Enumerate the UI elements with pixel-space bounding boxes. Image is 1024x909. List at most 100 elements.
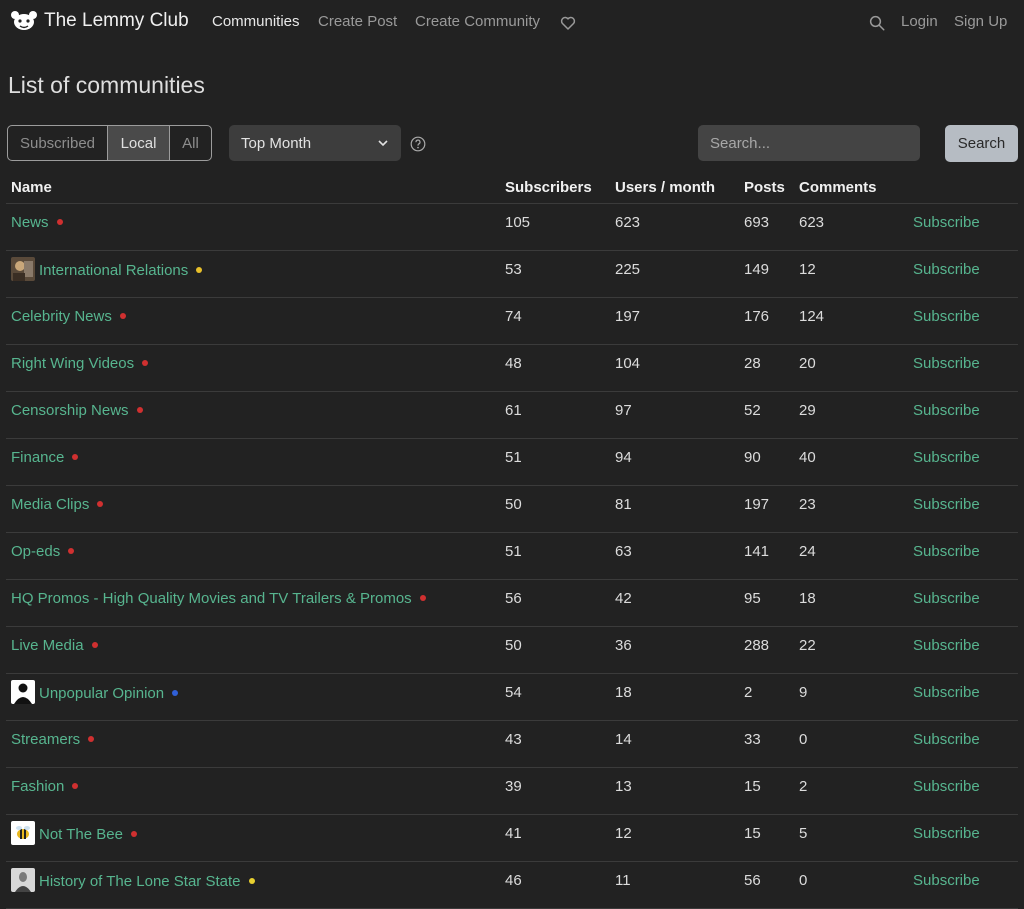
community-link[interactable]: Live Media [11, 637, 84, 654]
subscribe-cell: Subscribe [908, 344, 1018, 392]
heart-icon[interactable] [559, 14, 577, 32]
subscribers-cell: 54 [500, 673, 610, 721]
subscribe-button[interactable]: Subscribe [913, 449, 980, 466]
posts-cell: 33 [739, 720, 794, 768]
subscribers-cell: 39 [500, 767, 610, 815]
search-button[interactable]: Search [945, 125, 1018, 162]
users-month-cell: 97 [610, 391, 739, 439]
nav-communities[interactable]: Communities [212, 13, 300, 30]
table-row: Op-eds 51 63 141 24 Subscribe [6, 532, 1018, 580]
table-row: HQ Promos - High Quality Movies and TV T… [6, 579, 1018, 627]
subscribe-button[interactable]: Subscribe [913, 825, 980, 842]
community-name-cell: International Relations [6, 250, 500, 298]
listing-local-button[interactable]: Local [108, 126, 170, 160]
community-link[interactable]: Not The Bee [39, 825, 123, 842]
subscribe-button[interactable]: Subscribe [913, 684, 980, 701]
nav-create-community[interactable]: Create Community [415, 13, 540, 30]
comments-cell: 12 [794, 250, 908, 298]
subscribe-button[interactable]: Subscribe [913, 872, 980, 889]
posts-cell: 90 [739, 438, 794, 486]
community-link[interactable]: Media Clips [11, 496, 89, 513]
header-posts: Posts [739, 172, 794, 204]
subscribe-cell: Subscribe [908, 297, 1018, 345]
community-name-cell: Finance [6, 438, 500, 486]
subscribe-button[interactable]: Subscribe [913, 261, 980, 278]
community-name-cell: Right Wing Videos [6, 344, 500, 392]
subscribers-cell: 51 [500, 438, 610, 486]
subscribe-button[interactable]: Subscribe [913, 590, 980, 607]
table-row: Media Clips 50 81 197 23 Subscribe [6, 485, 1018, 533]
brand-link[interactable]: The Lemmy Club [10, 8, 189, 34]
status-dot [419, 594, 426, 601]
subscribe-cell: Subscribe [908, 532, 1018, 580]
posts-cell: 197 [739, 485, 794, 533]
subscribers-cell: 43 [500, 720, 610, 768]
community-link[interactable]: HQ Promos - High Quality Movies and TV T… [11, 590, 412, 607]
communities-table: Name Subscribers Users / month Posts Com… [6, 172, 1018, 909]
nav-create-post[interactable]: Create Post [318, 13, 397, 30]
users-month-cell: 42 [610, 579, 739, 627]
subscribe-cell: Subscribe [908, 250, 1018, 298]
search-input[interactable] [698, 125, 920, 161]
status-dot [72, 453, 79, 460]
subscribe-cell: Subscribe [908, 626, 1018, 674]
comments-cell: 18 [794, 579, 908, 627]
community-link[interactable]: Finance [11, 449, 64, 466]
search-icon[interactable] [868, 14, 886, 32]
community-link[interactable]: Streamers [11, 731, 80, 748]
comments-cell: 9 [794, 673, 908, 721]
header-users-month: Users / month [610, 172, 739, 204]
subscribers-cell: 50 [500, 626, 610, 674]
community-avatar-icon [11, 820, 35, 845]
subscribe-button[interactable]: Subscribe [913, 355, 980, 372]
subscribers-cell: 51 [500, 532, 610, 580]
community-link[interactable]: Celebrity News [11, 308, 112, 325]
posts-cell: 15 [739, 767, 794, 815]
listing-all-button[interactable]: All [170, 126, 211, 160]
subscribe-cell: Subscribe [908, 579, 1018, 627]
community-link[interactable]: Right Wing Videos [11, 355, 134, 372]
users-month-cell: 197 [610, 297, 739, 345]
table-row: Not The Bee 41 12 15 5 Subscribe [6, 814, 1018, 862]
table-row: Right Wing Videos 48 104 28 20 Subscribe [6, 344, 1018, 392]
table-body: News 105 623 693 623 Subscribe International R… [6, 203, 1018, 909]
help-icon[interactable] [410, 136, 426, 152]
status-dot [97, 500, 104, 507]
community-link[interactable]: International Relations [39, 261, 188, 278]
subscribe-button[interactable]: Subscribe [913, 637, 980, 654]
comments-cell: 0 [794, 861, 908, 909]
comments-cell: 5 [794, 814, 908, 862]
subscribe-button[interactable]: Subscribe [913, 778, 980, 795]
subscribe-button[interactable]: Subscribe [913, 402, 980, 419]
brand-name: The Lemmy Club [44, 10, 189, 31]
sort-select[interactable]: Top Month [229, 125, 401, 161]
community-link[interactable]: History of The Lone Star State [39, 872, 241, 889]
subscribe-button[interactable]: Subscribe [913, 731, 980, 748]
table-row: International Relations 53 225 149 12 Subscri… [6, 250, 1018, 298]
subscribe-button[interactable]: Subscribe [913, 308, 980, 325]
comments-cell: 124 [794, 297, 908, 345]
posts-cell: 52 [739, 391, 794, 439]
subscribe-button[interactable]: Subscribe [913, 543, 980, 560]
listing-subscribed-button[interactable]: Subscribed [8, 126, 108, 160]
subscribe-button[interactable]: Subscribe [913, 496, 980, 513]
subscribers-cell: 53 [500, 250, 610, 298]
subscribe-cell: Subscribe [908, 720, 1018, 768]
posts-cell: 176 [739, 297, 794, 345]
table-row: News 105 623 693 623 Subscribe [6, 203, 1018, 251]
community-link[interactable]: Censorship News [11, 402, 129, 419]
community-link[interactable]: Fashion [11, 778, 64, 795]
users-month-cell: 13 [610, 767, 739, 815]
community-link[interactable]: News [11, 214, 49, 231]
users-month-cell: 63 [610, 532, 739, 580]
subscribe-button[interactable]: Subscribe [913, 214, 980, 231]
login-link[interactable]: Login [901, 13, 938, 30]
comments-cell: 40 [794, 438, 908, 486]
community-avatar-icon [11, 256, 35, 281]
posts-cell: 149 [739, 250, 794, 298]
signup-link[interactable]: Sign Up [954, 13, 1007, 30]
community-name-cell: Streamers [6, 720, 500, 768]
community-link[interactable]: Unpopular Opinion [39, 684, 164, 701]
posts-cell: 15 [739, 814, 794, 862]
community-link[interactable]: Op-eds [11, 543, 60, 560]
